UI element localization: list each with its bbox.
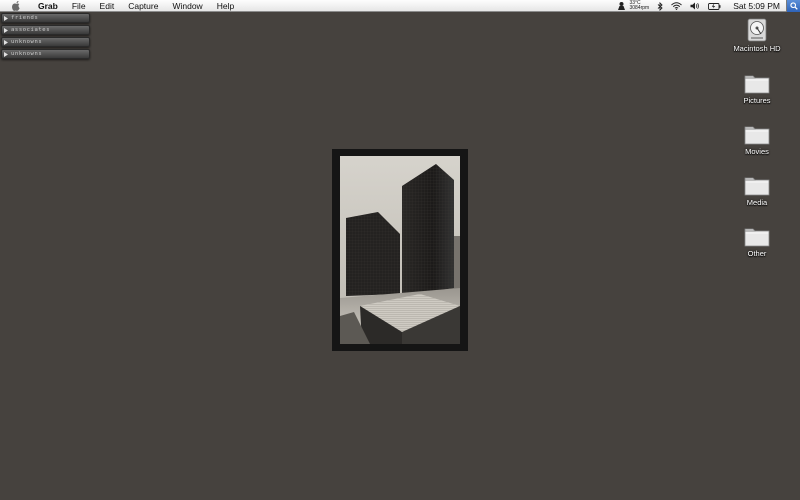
drawer-label: unknowns <box>11 51 43 57</box>
apple-menu-icon[interactable] <box>11 0 21 11</box>
menu-capture[interactable]: Capture <box>121 0 165 12</box>
drawer-label: associates <box>11 27 51 33</box>
drawer-associates[interactable]: associates <box>1 25 90 35</box>
drawer-label: friends <box>11 15 39 21</box>
menu-window[interactable]: Window <box>165 0 209 12</box>
battery-icon[interactable] <box>708 0 721 12</box>
desktop-icon-macintosh-hd[interactable]: Macintosh HD <box>727 18 787 53</box>
desktop-icon-label: Media <box>746 198 768 207</box>
temperature-monitor[interactable]: 33°C 3084rpm <box>617 1 649 12</box>
menu-clock[interactable]: Sat 5:09 PM <box>733 1 780 11</box>
desktop-icon-label: Other <box>747 249 767 258</box>
bluetooth-icon[interactable] <box>657 0 663 12</box>
folder-icon <box>743 121 771 145</box>
menu-bar: Grab File Edit Capture Window Help 33°C … <box>0 0 800 12</box>
desktop-icon-other[interactable]: Other <box>727 223 787 258</box>
desktop-icon-label: Movies <box>745 147 769 156</box>
drawer-unknowns-2[interactable]: unknowns <box>1 49 90 59</box>
desktop-icon-label: Macintosh HD <box>733 44 781 53</box>
menu-app-grab[interactable]: Grab <box>32 0 65 12</box>
menu-file[interactable]: File <box>65 0 93 12</box>
drawer-friends[interactable]: friends <box>1 13 90 23</box>
folder-icon <box>743 172 771 196</box>
desktop-icon-media[interactable]: Media <box>727 172 787 207</box>
disclosure-triangle-icon <box>4 38 9 46</box>
photo-frame[interactable] <box>332 149 468 351</box>
spotlight-search-icon[interactable] <box>786 0 800 12</box>
skyscraper-photo <box>340 156 460 344</box>
fan-speed-text: 3084rpm <box>629 5 650 11</box>
disclosure-triangle-icon <box>4 50 9 58</box>
status-area: 33°C 3084rpm Sat 5:09 PM <box>617 0 800 12</box>
menu-help[interactable]: Help <box>210 0 241 12</box>
hard-disk-icon <box>743 18 771 42</box>
disclosure-triangle-icon <box>4 26 9 34</box>
desktop-icon-movies[interactable]: Movies <box>727 121 787 156</box>
fan-icon <box>617 1 626 12</box>
desktop-icon-label: Pictures <box>743 96 771 105</box>
desktop-icon-pictures[interactable]: Pictures <box>727 70 787 105</box>
volume-icon[interactable] <box>690 0 700 12</box>
drawer-unknowns[interactable]: unknowns <box>1 37 90 47</box>
drawer-stack: friends associates unknowns unknowns <box>1 13 90 61</box>
folder-icon <box>743 223 771 247</box>
wifi-icon[interactable] <box>671 0 683 12</box>
menu-edit[interactable]: Edit <box>93 0 122 12</box>
disclosure-triangle-icon <box>4 14 9 22</box>
drawer-label: unknowns <box>11 39 43 45</box>
desktop: Grab File Edit Capture Window Help 33°C … <box>0 0 800 500</box>
folder-icon <box>743 70 771 94</box>
